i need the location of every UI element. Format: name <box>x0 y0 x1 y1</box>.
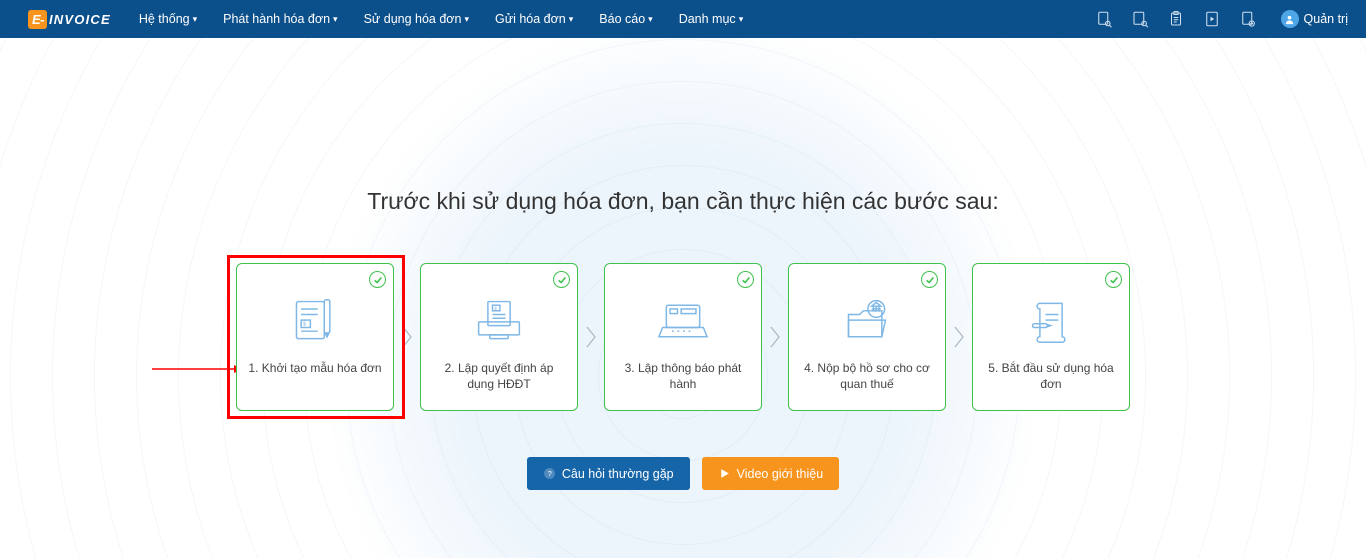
check-icon <box>737 271 754 288</box>
svg-text:$: $ <box>303 322 306 328</box>
steps-row: $ 1. Khởi tạo mẫu hóa đơn $ 2. Lập <box>0 263 1366 411</box>
nav-item-catalog[interactable]: Danh mục ▾ <box>679 12 744 26</box>
logo-prefix: E- <box>28 10 47 29</box>
user-menu[interactable]: Quản trị <box>1275 10 1348 28</box>
step-connector <box>394 263 420 411</box>
main-menu: Hệ thống ▾ Phát hành hóa đơn ▾ Sử dụng h… <box>139 12 743 26</box>
user-name-label: Quản trị <box>1304 12 1348 26</box>
nav-label: Hệ thống <box>139 12 190 26</box>
nav-item-send[interactable]: Gửi hóa đơn ▾ <box>495 12 573 26</box>
video-label: Video giới thiệu <box>737 467 824 481</box>
headline: Trước khi sử dụng hóa đơn, bạn cần thực … <box>0 38 1366 215</box>
step-connector <box>578 263 604 411</box>
action-buttons: ? Câu hỏi thường gặp Video giới thiệu <box>0 457 1366 490</box>
nav-label: Gửi hóa đơn <box>495 12 566 26</box>
nav-label: Phát hành hóa đơn <box>223 12 330 26</box>
chevron-down-icon: ▾ <box>569 14 574 25</box>
step-card-2[interactable]: $ 2. Lập quyết định áp dụng HĐĐT <box>420 263 578 411</box>
step-label: 2. Lập quyết định áp dụng HĐĐT <box>431 360 567 392</box>
toolbar-icons: Quản trị <box>1095 10 1348 28</box>
chevron-down-icon: ▾ <box>333 14 338 25</box>
scroll-pen-icon <box>1023 296 1079 346</box>
play-icon <box>718 467 731 480</box>
nav-item-use[interactable]: Sử dụng hóa đơn ▾ <box>364 12 469 26</box>
top-nav: E- INVOICE Hệ thống ▾ Phát hành hóa đơn … <box>0 0 1366 38</box>
nav-item-issue[interactable]: Phát hành hóa đơn ▾ <box>223 12 337 26</box>
template-icon: $ <box>287 296 343 346</box>
step-card-5[interactable]: 5. Bắt đầu sử dụng hóa đơn <box>972 263 1130 411</box>
nav-item-report[interactable]: Báo cáo ▾ <box>599 12 652 26</box>
check-icon <box>1105 271 1122 288</box>
nav-label: Danh mục <box>679 12 736 26</box>
folder-gov-icon <box>839 296 895 346</box>
step-card-1[interactable]: $ 1. Khởi tạo mẫu hóa đơn <box>236 263 394 411</box>
logo-text: INVOICE <box>49 12 111 27</box>
step-label: 3. Lập thông báo phát hành <box>615 360 751 392</box>
chevron-down-icon: ▾ <box>648 14 653 25</box>
step-label: 5. Bắt đầu sử dụng hóa đơn <box>983 360 1119 392</box>
svg-text:$: $ <box>494 306 497 311</box>
video-button[interactable]: Video giới thiệu <box>702 457 840 490</box>
check-icon <box>369 271 386 288</box>
chevron-down-icon: ▾ <box>193 14 198 25</box>
doc-search-icon[interactable] <box>1095 10 1113 28</box>
faq-label: Câu hỏi thường gặp <box>562 467 674 481</box>
step-label: 1. Khởi tạo mẫu hóa đơn <box>248 360 381 376</box>
step-connector <box>762 263 788 411</box>
laptop-icon <box>655 296 711 346</box>
chevron-down-icon: ▾ <box>464 14 469 25</box>
step-card-3[interactable]: 3. Lập thông báo phát hành <box>604 263 762 411</box>
computer-doc-icon: $ <box>471 296 527 346</box>
main-area: Trước khi sử dụng hóa đơn, bạn cần thực … <box>0 38 1366 558</box>
nav-label: Sử dụng hóa đơn <box>364 12 462 26</box>
nav-item-system[interactable]: Hệ thống ▾ <box>139 12 197 26</box>
svg-text:?: ? <box>547 469 551 478</box>
doc-search2-icon[interactable] <box>1131 10 1149 28</box>
step-connector <box>946 263 972 411</box>
step-card-4[interactable]: 4. Nộp bộ hồ sơ cho cơ quan thuế <box>788 263 946 411</box>
check-icon <box>921 271 938 288</box>
check-icon <box>553 271 570 288</box>
logo[interactable]: E- INVOICE <box>28 10 111 29</box>
doc-plus-icon[interactable] <box>1239 10 1257 28</box>
play-file-icon[interactable] <box>1203 10 1221 28</box>
chevron-down-icon: ▾ <box>739 14 744 25</box>
avatar-icon <box>1281 10 1299 28</box>
faq-button[interactable]: ? Câu hỏi thường gặp <box>527 457 690 490</box>
clipboard-icon[interactable] <box>1167 10 1185 28</box>
question-icon: ? <box>543 467 556 480</box>
nav-label: Báo cáo <box>599 12 645 26</box>
step-label: 4. Nộp bộ hồ sơ cho cơ quan thuế <box>799 360 935 392</box>
